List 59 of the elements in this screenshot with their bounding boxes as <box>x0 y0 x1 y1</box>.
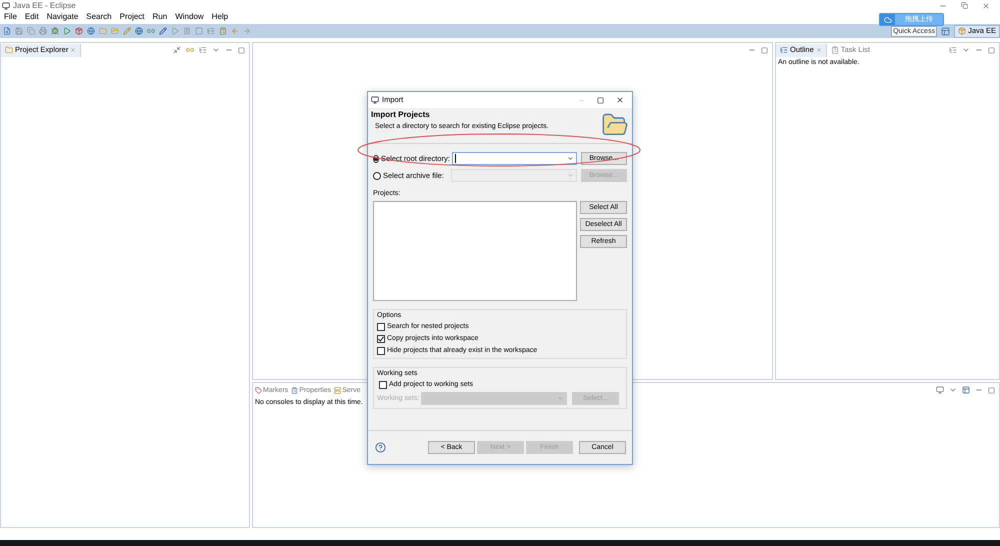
link-icon[interactable] <box>147 27 155 35</box>
menu-item[interactable]: Project <box>120 13 145 21</box>
maximize-icon[interactable] <box>597 96 604 104</box>
maximize-icon[interactable] <box>988 46 995 54</box>
close-icon[interactable] <box>616 96 624 104</box>
list-icon[interactable] <box>207 27 215 35</box>
maximize-icon[interactable] <box>761 46 768 54</box>
pause-icon[interactable] <box>183 27 191 35</box>
globe-icon[interactable] <box>87 27 95 35</box>
globe-icon[interactable] <box>135 27 143 35</box>
checkbox[interactable] <box>377 334 385 342</box>
collapse-icon[interactable] <box>173 46 181 54</box>
menu-item[interactable]: File <box>4 13 17 21</box>
tag-icon <box>255 386 262 394</box>
menu-item[interactable]: Window <box>175 13 204 21</box>
radio-button[interactable] <box>373 172 381 180</box>
menu-item[interactable]: Navigate <box>46 13 78 21</box>
menu-item[interactable]: Edit <box>24 13 39 21</box>
server-icon <box>334 386 342 394</box>
folder-icon <box>5 46 13 54</box>
chevron-down-icon[interactable] <box>566 155 574 162</box>
menu-item[interactable]: Help <box>212 13 228 21</box>
link-icon[interactable] <box>186 46 194 54</box>
app-icon <box>2 2 10 10</box>
projects-list[interactable] <box>373 201 577 301</box>
app-icon <box>371 96 379 104</box>
cloud-icon <box>884 16 892 24</box>
restore-icon[interactable] <box>961 2 968 9</box>
view-menu-icon[interactable] <box>962 46 970 54</box>
bug-icon[interactable] <box>51 27 59 35</box>
printer-icon[interactable] <box>39 27 47 35</box>
new-file-icon[interactable] <box>3 27 11 35</box>
clipboard-icon[interactable] <box>219 27 227 35</box>
path-combo-field[interactable] <box>452 152 577 165</box>
copy-icon[interactable] <box>27 27 35 35</box>
chevron-down-icon <box>557 395 564 402</box>
clipboard-icon <box>830 46 839 54</box>
checkbox[interactable] <box>377 322 385 330</box>
dialog-heading: Import Projects <box>371 111 431 119</box>
clipboard-icon <box>291 386 298 394</box>
save-icon[interactable] <box>15 27 23 35</box>
package-icon[interactable] <box>75 27 83 35</box>
menu-item[interactable]: Search <box>86 13 112 21</box>
view-menu-icon[interactable] <box>212 46 220 54</box>
pencil-icon[interactable] <box>159 27 167 35</box>
help-icon[interactable] <box>375 442 386 453</box>
maximize-icon[interactable] <box>988 386 995 394</box>
back-icon[interactable] <box>231 27 239 35</box>
run-icon[interactable] <box>63 27 71 35</box>
menu-item[interactable]: Run <box>152 13 168 21</box>
outline-icon <box>780 46 788 54</box>
pencil-icon[interactable] <box>123 27 131 35</box>
package-icon <box>958 27 966 35</box>
resume-icon[interactable] <box>171 27 179 35</box>
maximize-icon[interactable] <box>238 46 245 54</box>
forward-icon[interactable] <box>243 27 251 35</box>
checkbox[interactable] <box>377 346 385 354</box>
view-menu-icon[interactable] <box>949 386 957 394</box>
window-title: Java EE - Eclipse <box>13 2 76 10</box>
